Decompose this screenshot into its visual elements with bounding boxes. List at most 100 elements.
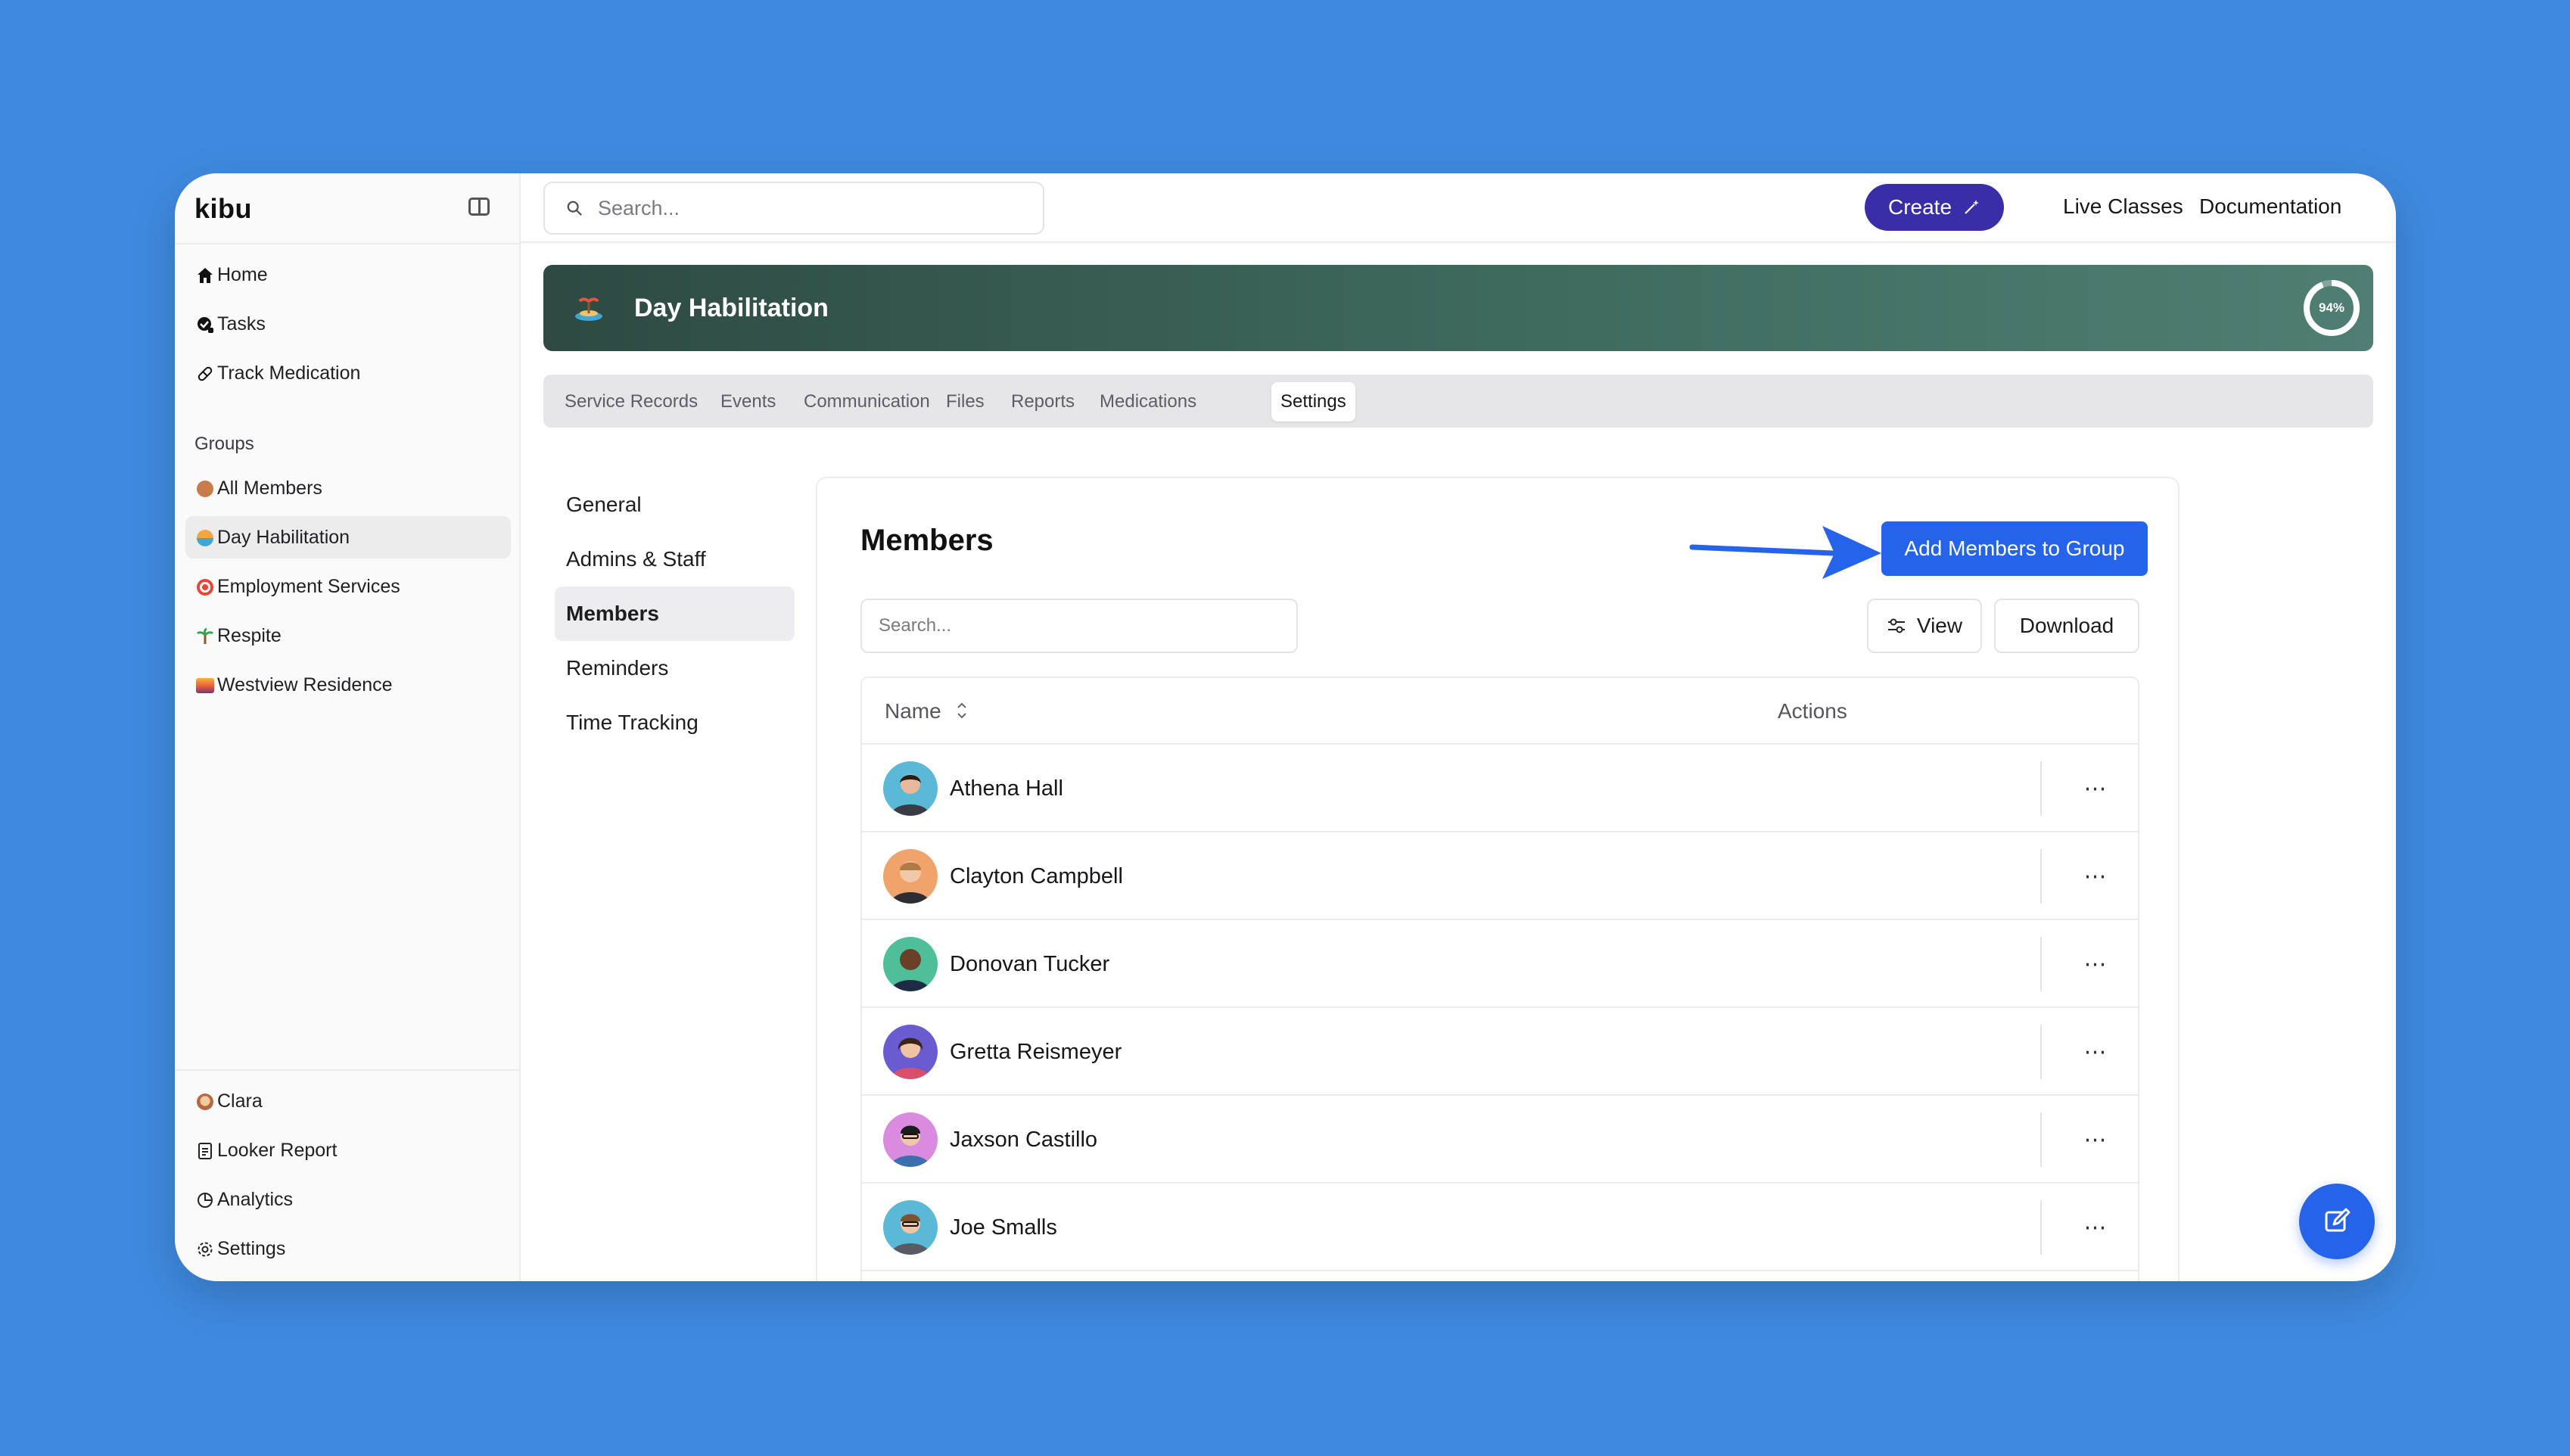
sidebar-item-label: Employment Services: [217, 575, 400, 597]
live-classes-link[interactable]: Live Classes: [2063, 194, 2183, 219]
table-header: Name Actions: [862, 678, 2138, 745]
sidebar-item-label: Clara: [217, 1090, 263, 1112]
table-row[interactable]: Gretta Reismeyer ⋯: [862, 1008, 2138, 1096]
magic-wand-icon: [1965, 200, 1980, 214]
member-avatar: [883, 1200, 938, 1255]
target-emoji-icon: [195, 577, 215, 597]
people-emoji-icon: [195, 479, 215, 499]
sidebar-item-label: All Members: [217, 477, 322, 499]
sidebar-item-label: Analytics: [217, 1188, 294, 1210]
sidebar-item-respite[interactable]: Respite: [185, 614, 511, 657]
member-avatar: [883, 1112, 938, 1167]
members-card: Members Add Members to Group Search... V…: [816, 477, 2180, 1281]
more-actions-icon[interactable]: ⋯: [2073, 1031, 2118, 1073]
settings-nav-admins-staff[interactable]: Admins & Staff: [555, 532, 795, 586]
tasks-icon: [195, 315, 215, 334]
column-name-header[interactable]: Name: [885, 699, 941, 723]
settings-nav-members[interactable]: Members: [555, 586, 795, 641]
sunset-emoji-icon: [195, 676, 215, 695]
app-window: kibu Home Tasks Track Medication Groups …: [175, 173, 2396, 1281]
more-actions-icon[interactable]: ⋯: [2073, 1118, 2118, 1161]
sidebar-item-settings[interactable]: Settings: [185, 1227, 511, 1270]
member-name[interactable]: Jaxson Castillo: [950, 1128, 1097, 1153]
member-avatar: [883, 1025, 938, 1079]
settings-nav-time-tracking[interactable]: Time Tracking: [555, 695, 795, 750]
tab-reports[interactable]: Reports: [1002, 382, 1084, 422]
sliders-icon: [1887, 618, 1905, 633]
brand-logo[interactable]: kibu: [194, 193, 252, 225]
group-banner: Day Habilitation 94%: [543, 265, 2373, 351]
island-emoji-icon: [195, 528, 215, 548]
sidebar-item-clara[interactable]: Clara: [185, 1080, 511, 1122]
sidebar-divider: [175, 1069, 521, 1071]
sidebar-item-label: Looker Report: [217, 1139, 338, 1161]
table-row[interactable]: Clayton Campbell ⋯: [862, 832, 2138, 920]
row-divider: [2040, 849, 2042, 904]
sidebar-item-label: Home: [217, 263, 268, 285]
gear-icon: [195, 1240, 215, 1259]
row-divider: [2040, 1200, 2042, 1255]
download-button[interactable]: Download: [1994, 599, 2139, 653]
sidebar-divider: [175, 243, 521, 244]
add-members-to-group-button[interactable]: Add Members to Group: [1881, 521, 2148, 576]
group-tabs: Service Records Events Communication Fil…: [543, 375, 2373, 428]
tab-settings[interactable]: Settings: [1271, 382, 1355, 422]
sidebar-item-home[interactable]: Home: [185, 254, 511, 296]
global-search-input[interactable]: Search...: [543, 182, 1044, 235]
member-name[interactable]: Gretta Reismeyer: [950, 1040, 1122, 1065]
tab-medications[interactable]: Medications: [1091, 382, 1206, 422]
tab-service-records[interactable]: Service Records: [555, 382, 707, 422]
sidebar-item-track-medication[interactable]: Track Medication: [185, 352, 511, 394]
tab-files[interactable]: Files: [937, 382, 994, 422]
settings-nav-reminders[interactable]: Reminders: [555, 641, 795, 695]
search-placeholder: Search...: [598, 196, 680, 219]
document-icon: [195, 1141, 215, 1161]
sidebar-item-label: Westview Residence: [217, 674, 393, 695]
more-actions-icon[interactable]: ⋯: [2073, 1206, 2118, 1249]
table-row[interactable]: Athena Hall ⋯: [862, 745, 2138, 832]
settings-nav-general[interactable]: General: [555, 478, 795, 532]
tab-communication[interactable]: Communication: [795, 382, 939, 422]
member-name[interactable]: Donovan Tucker: [950, 952, 1109, 977]
sidebar-item-label: Tasks: [217, 313, 266, 334]
sidebar: kibu Home Tasks Track Medication Groups …: [175, 173, 521, 1281]
members-search-input[interactable]: Search...: [860, 599, 1298, 653]
compose-button[interactable]: [2299, 1184, 2375, 1259]
table-row[interactable]: Joe Smalls ⋯: [862, 1184, 2138, 1271]
row-divider: [2040, 1112, 2042, 1167]
more-actions-icon[interactable]: ⋯: [2073, 943, 2118, 985]
sidebar-item-tasks[interactable]: Tasks: [185, 303, 511, 345]
view-button[interactable]: View: [1867, 599, 1982, 653]
sidebar-item-day-habilitation[interactable]: Day Habilitation: [185, 516, 511, 558]
table-row[interactable]: Donovan Tucker ⋯: [862, 920, 2138, 1008]
more-actions-icon[interactable]: ⋯: [2073, 855, 2118, 898]
create-button[interactable]: Create: [1865, 184, 2004, 231]
row-divider: [2040, 937, 2042, 991]
members-title: Members: [860, 524, 994, 557]
top-bar: Search... Create Live Classes Documentat…: [521, 173, 2396, 243]
user-avatar-icon: [195, 1092, 215, 1112]
member-name[interactable]: Clayton Campbell: [950, 864, 1123, 889]
island-emoji-icon: [572, 291, 605, 331]
more-actions-icon[interactable]: ⋯: [2073, 767, 2118, 810]
sidebar-toggle-icon[interactable]: [468, 198, 490, 216]
sidebar-item-westview-residence[interactable]: Westview Residence: [185, 664, 511, 706]
row-divider: [2040, 761, 2042, 816]
groups-heading: Groups: [194, 434, 254, 454]
create-label: Create: [1887, 195, 1952, 219]
sidebar-item-all-members[interactable]: All Members: [185, 467, 511, 509]
sidebar-item-label: Day Habilitation: [217, 526, 350, 548]
sidebar-item-employment-services[interactable]: Employment Services: [185, 565, 511, 608]
sort-icon[interactable]: [956, 701, 968, 720]
column-actions-header: Actions: [1778, 699, 1847, 723]
row-divider: [2040, 1025, 2042, 1079]
table-row[interactable]: Jaxson Castillo ⋯: [862, 1096, 2138, 1184]
member-name[interactable]: Joe Smalls: [950, 1215, 1057, 1240]
documentation-link[interactable]: Documentation: [2199, 194, 2341, 219]
member-name[interactable]: Athena Hall: [950, 776, 1063, 801]
sidebar-item-looker-report[interactable]: Looker Report: [185, 1129, 511, 1171]
tab-events[interactable]: Events: [711, 382, 785, 422]
sidebar-item-label: Respite: [217, 624, 282, 646]
home-icon: [195, 266, 215, 285]
sidebar-item-analytics[interactable]: Analytics: [185, 1178, 511, 1221]
